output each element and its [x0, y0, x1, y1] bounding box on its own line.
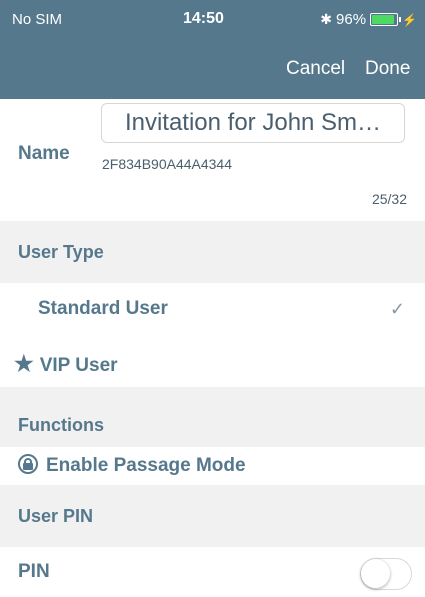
pin-row: PIN [0, 547, 425, 597]
battery-icon [370, 13, 402, 26]
option-standard-user[interactable]: Standard User ✓ [0, 283, 425, 335]
app-header: No SIM 14:50 ✱ 96% ⚡ Cancel Done [0, 0, 425, 99]
option-label: Standard User [38, 298, 168, 319]
pin-label: PIN [18, 561, 50, 582]
section-header-user-type: User Type [0, 221, 425, 283]
name-input[interactable] [101, 103, 405, 143]
lock-icon [18, 454, 38, 474]
bluetooth-icon: ✱ [320, 11, 333, 27]
section-header-functions: Functions [0, 387, 425, 447]
status-bar: No SIM 14:50 ✱ 96% ⚡ [0, 0, 425, 40]
name-row: Name 2F834B90A44A4344 25/32 [0, 99, 425, 221]
char-counter: 25/32 [371, 191, 407, 207]
option-label: VIP User [39, 355, 118, 376]
done-button[interactable]: Done [365, 58, 410, 80]
name-label: Name [18, 143, 70, 164]
star-icon: ★ [14, 351, 34, 376]
battery-percent: 96% [336, 11, 367, 28]
option-vip-user[interactable]: ★ VIP User [0, 335, 425, 387]
status-time: 14:50 [183, 10, 224, 27]
toggle-knob [361, 559, 390, 588]
enable-passage-mode-row[interactable]: Enable Passage Mode [0, 447, 425, 485]
invitation-code: 2F834B90A44A4344 [102, 156, 232, 172]
carrier-label: No SIM [12, 11, 63, 28]
pin-toggle[interactable] [360, 558, 412, 590]
checkmark-icon: ✓ [389, 299, 405, 319]
function-label: Enable Passage Mode [46, 455, 246, 476]
section-header-user-pin: User PIN [0, 485, 425, 547]
charging-icon: ⚡ [402, 12, 417, 27]
status-right: ✱ 96% ⚡ [320, 11, 417, 28]
cancel-button[interactable]: Cancel [286, 58, 345, 80]
